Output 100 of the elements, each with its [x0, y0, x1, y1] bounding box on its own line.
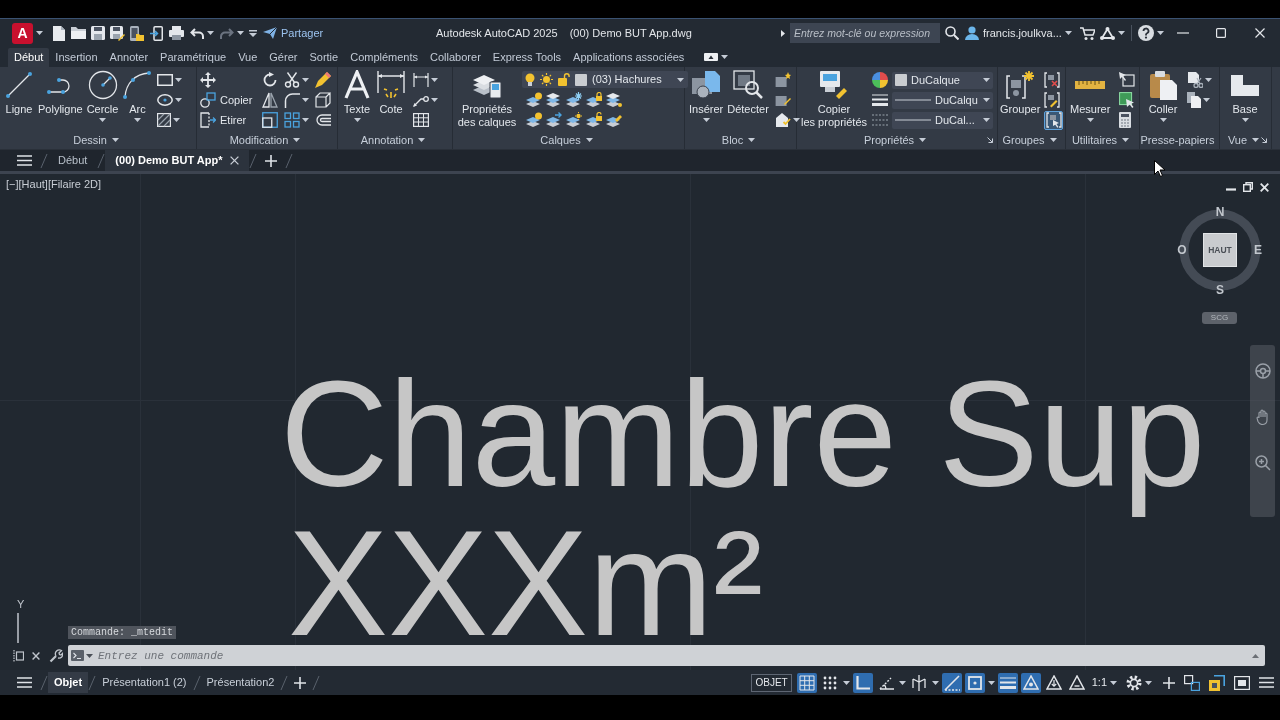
panel-title[interactable]: Presse-papiers [1140, 131, 1215, 149]
zoom-in-icon[interactable] [1254, 455, 1271, 471]
caret-icon[interactable] [175, 98, 183, 102]
block-star-icon[interactable] [774, 72, 791, 88]
move-icon[interactable] [200, 72, 216, 88]
letter-a-icon[interactable] [342, 70, 372, 100]
caret-icon[interactable] [1049, 138, 1057, 142]
caret-icon[interactable] [1145, 680, 1152, 685]
caret-icon[interactable] [919, 138, 927, 142]
caret-icon[interactable] [1122, 138, 1130, 142]
caret-icon[interactable] [983, 118, 991, 122]
dimension-button[interactable]: Cote [375, 67, 407, 116]
layer-snowflake-icon[interactable] [566, 92, 582, 108]
bracket-pencil-icon[interactable] [1044, 92, 1061, 108]
insert-button[interactable]: Insérer [688, 67, 725, 122]
pan-hand-icon[interactable] [1255, 409, 1270, 425]
caret-icon[interactable] [931, 680, 939, 685]
ribbon-tab[interactable]: Paramétrique [154, 48, 233, 67]
caret-icon[interactable] [1241, 118, 1249, 122]
caret-icon[interactable] [677, 77, 684, 82]
plus-icon[interactable] [264, 154, 277, 167]
paste-button[interactable]: Coller [1147, 67, 1179, 122]
file-tab[interactable]: Début [48, 150, 98, 171]
close-icon[interactable] [1255, 28, 1265, 38]
search-field[interactable]: Entrez mot-clé ou expression [790, 23, 940, 43]
view-cube-top-face[interactable]: HAUT [1203, 233, 1237, 267]
layer-bulb-icon[interactable] [526, 112, 542, 128]
phone-folder-icon[interactable] [130, 25, 144, 41]
caret-icon[interactable] [1117, 31, 1125, 35]
caret-right-icon[interactable] [781, 29, 785, 37]
swatch-icon[interactable] [895, 74, 908, 86]
minimize-icon[interactable] [1226, 187, 1236, 191]
l-block-icon[interactable] [1230, 74, 1260, 96]
caret-up-icon[interactable] [1252, 653, 1259, 658]
pencil-icon[interactable] [315, 72, 331, 88]
bracket-star-icon[interactable] [1005, 70, 1036, 100]
caret-icon[interactable] [1110, 680, 1117, 685]
new-file-icon[interactable] [53, 25, 65, 41]
model-space-button[interactable]: OBJET [751, 673, 792, 692]
caret-icon[interactable] [1159, 118, 1167, 122]
color-dropdown[interactable]: DuCalque [892, 71, 994, 89]
caret-icon[interactable] [1156, 31, 1164, 35]
undo-icon[interactable] [190, 27, 204, 39]
caret-icon[interactable] [702, 118, 710, 122]
caret-icon[interactable] [207, 31, 214, 35]
panel-title[interactable]: Annotation [360, 131, 414, 149]
caret-icon[interactable] [1203, 98, 1210, 102]
copy-button[interactable]: Copier [200, 90, 256, 110]
layout-tab[interactable]: Présentation2 [200, 672, 281, 693]
compass-north-label[interactable]: N [1213, 205, 1227, 219]
detect-button[interactable]: Détecter [726, 67, 770, 116]
dimension-icon[interactable] [376, 70, 406, 100]
line-button[interactable]: Ligne [3, 67, 35, 116]
menu-icon[interactable] [17, 677, 32, 688]
ribbon-tab[interactable]: Gérer [263, 48, 304, 67]
launcher-arrow-icon[interactable] [987, 137, 993, 143]
scale-icon[interactable] [262, 112, 278, 128]
layer-stack-icon[interactable] [546, 92, 562, 108]
bulb-icon[interactable] [525, 73, 535, 86]
shapes-icon[interactable] [691, 70, 722, 100]
menu-icon[interactable] [1259, 677, 1274, 688]
layer-sun-icon[interactable] [566, 112, 582, 128]
caret-icon[interactable] [175, 78, 183, 82]
viewport-controls[interactable]: [−][Haut][Filaire 2D] [6, 178, 102, 191]
ruler-icon[interactable] [1075, 81, 1106, 89]
clipboard-icon[interactable] [1148, 70, 1178, 100]
measure-button[interactable]: Mesurer [1069, 67, 1112, 122]
ribbon-tab[interactable]: Annoter [103, 48, 155, 67]
linear-dimension-icon[interactable] [413, 73, 429, 87]
panel-title[interactable]: Groupes [1002, 131, 1045, 149]
lineweight-dropdown[interactable]: DuCal... [892, 111, 994, 129]
document-scissors-icon[interactable] [1187, 72, 1203, 88]
caret-icon[interactable] [431, 78, 438, 82]
restore-icon[interactable] [1243, 182, 1253, 192]
search-icon[interactable] [945, 26, 959, 40]
caret-icon[interactable] [792, 118, 800, 122]
caret-icon[interactable] [302, 118, 309, 122]
share-button[interactable]: Partager [263, 24, 324, 42]
panel-title[interactable]: Vue [1227, 131, 1248, 149]
close-icon[interactable] [32, 651, 40, 660]
array-icon[interactable] [284, 112, 300, 128]
ribbon-tab[interactable]: Sortie [303, 48, 345, 67]
help-icon[interactable] [1137, 25, 1154, 41]
offset-icon[interactable] [315, 114, 331, 126]
panel-title[interactable]: Calques [540, 131, 581, 149]
ribbon-tab[interactable]: Applications associées [567, 48, 691, 67]
line-icon[interactable] [4, 70, 34, 100]
caret-icon[interactable] [1252, 138, 1260, 142]
panel-title[interactable]: Modification [229, 131, 289, 149]
terminal-icon[interactable] [71, 650, 84, 661]
caret-icon[interactable] [36, 31, 43, 35]
file-tab[interactable]: (00) Demo BUT App* [105, 150, 249, 171]
ribbon-tab[interactable]: Vue [232, 48, 264, 67]
circle-icon[interactable] [87, 70, 118, 100]
save-icon[interactable] [91, 26, 105, 40]
drawing-text[interactable]: Chambre Sup [280, 352, 1206, 517]
compass-east-label[interactable]: E [1252, 243, 1264, 257]
ribbon-tab[interactable]: Début [8, 48, 50, 67]
caret-icon[interactable] [721, 55, 729, 59]
cursor-square-icon[interactable] [1119, 72, 1136, 88]
